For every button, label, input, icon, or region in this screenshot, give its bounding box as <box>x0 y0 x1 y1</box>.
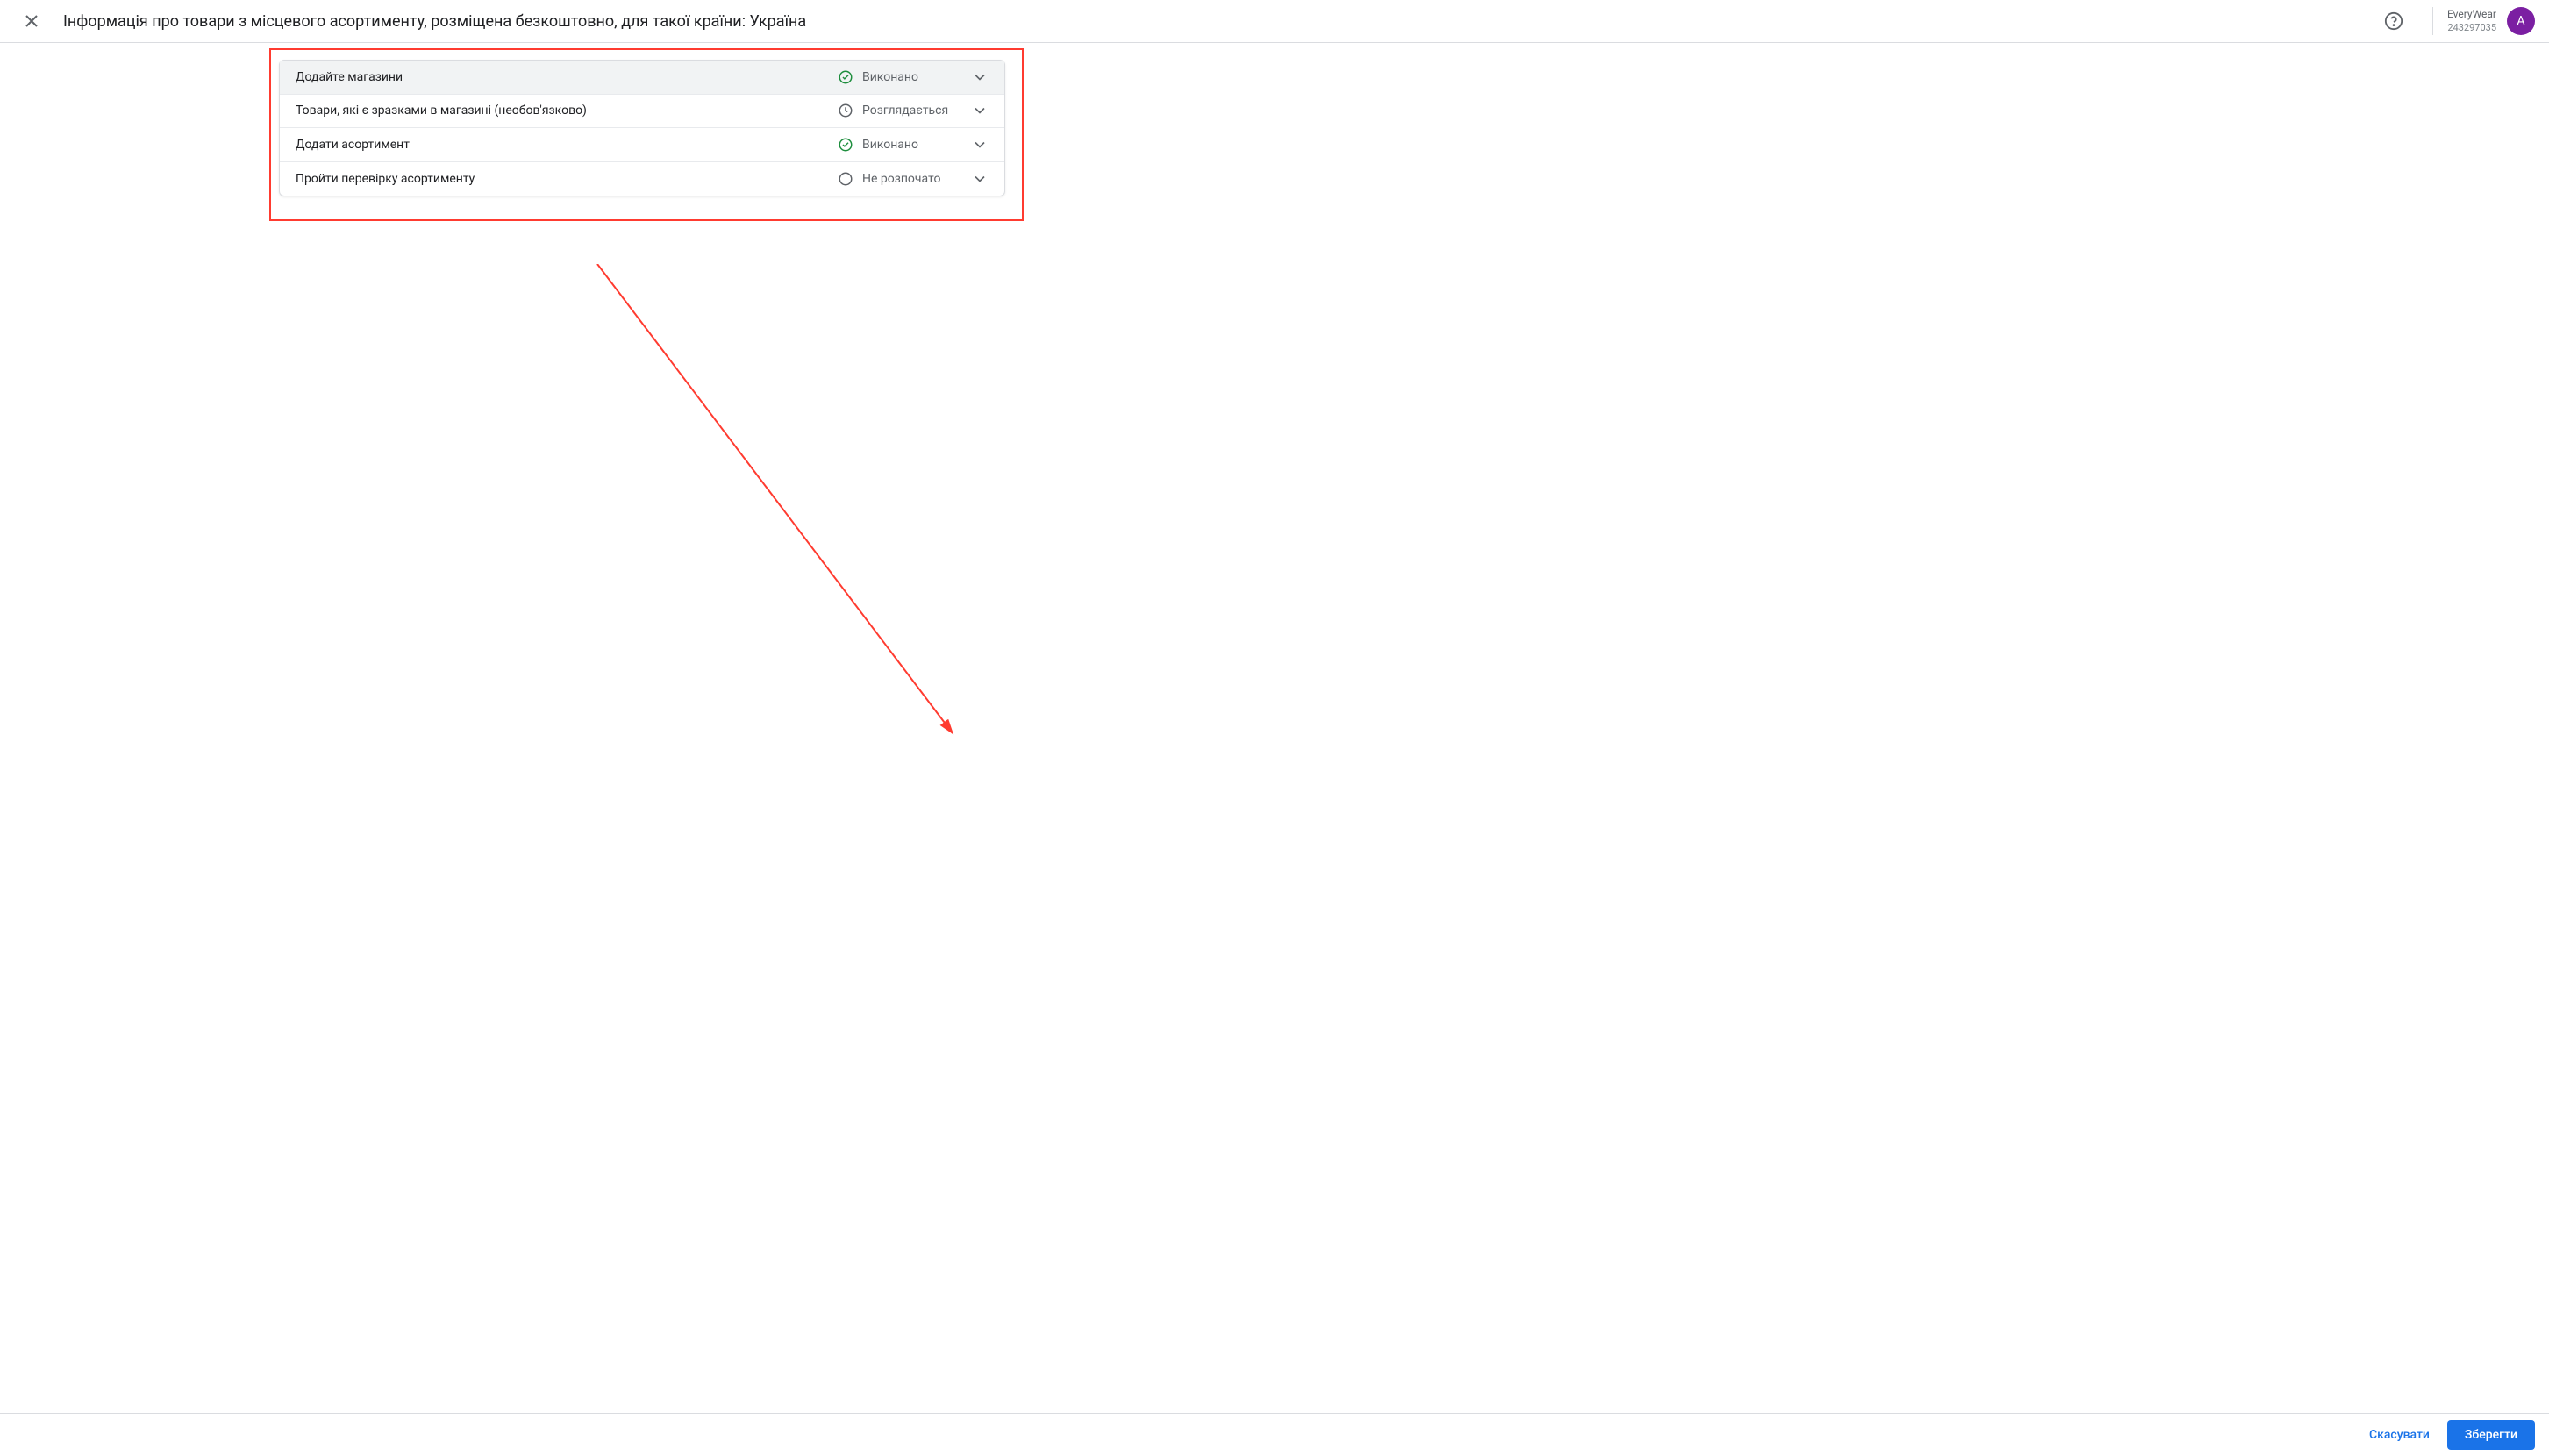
save-button[interactable]: Зберегти <box>2447 1420 2535 1450</box>
help-icon <box>2384 11 2403 31</box>
status-text: Не розпочато <box>862 172 950 186</box>
chevron-down-icon <box>971 102 989 119</box>
panel-row-add-stores[interactable]: Додайте магазини Виконано <box>280 61 1004 95</box>
row-label: Додайте магазини <box>296 70 838 84</box>
header: Інформація про товари з місцевого асорти… <box>0 0 2549 43</box>
close-icon <box>21 11 42 32</box>
page-title: Інформація про товари з місцевого асорти… <box>63 12 2376 31</box>
row-label: Додати асортимент <box>296 138 838 152</box>
steps-panel: Додайте магазини Виконано Товари, які є … <box>279 60 1005 196</box>
row-label: Товари, які є зразками в магазині (необо… <box>296 103 838 118</box>
clock-icon <box>838 103 853 118</box>
row-label: Пройти перевірку асортименту <box>296 172 838 186</box>
panel-row-add-assortment[interactable]: Додати асортимент Виконано <box>280 128 1004 162</box>
chevron-down-icon <box>971 68 989 86</box>
close-button[interactable] <box>14 4 49 39</box>
circle-icon <box>838 171 853 187</box>
chevron-down-icon <box>971 136 989 153</box>
footer: Скасувати Зберегти <box>0 1413 2549 1456</box>
avatar[interactable]: A <box>2507 7 2535 35</box>
divider <box>2432 7 2433 35</box>
account-id: 243297035 <box>2447 22 2496 34</box>
status-text: Виконано <box>862 138 950 152</box>
panel-row-assortment-review[interactable]: Пройти перевірку асортименту Не розпочат… <box>280 162 1004 196</box>
account-name: EveryWear <box>2447 8 2496 22</box>
panel-row-sample-products[interactable]: Товари, які є зразками в магазині (необо… <box>280 95 1004 129</box>
check-circle-icon <box>838 69 853 85</box>
chevron-down-icon <box>971 170 989 188</box>
check-circle-icon <box>838 137 853 153</box>
annotation-arrow <box>593 264 961 739</box>
status-text: Виконано <box>862 70 950 84</box>
cancel-button[interactable]: Скасувати <box>2359 1421 2440 1449</box>
help-button[interactable] <box>2376 4 2411 39</box>
account-info[interactable]: EveryWear 243297035 <box>2447 8 2496 34</box>
status-text: Розглядається <box>862 103 950 118</box>
